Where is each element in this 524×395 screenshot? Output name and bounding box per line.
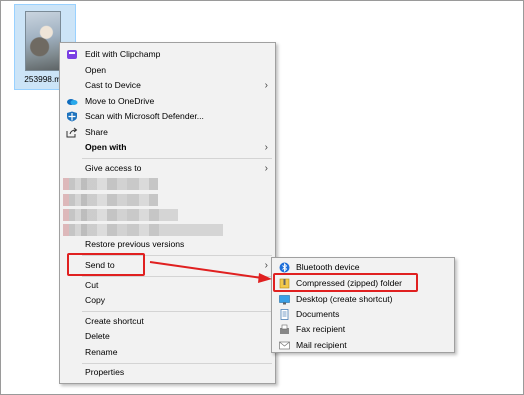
annotation-arrow [149,261,272,283]
